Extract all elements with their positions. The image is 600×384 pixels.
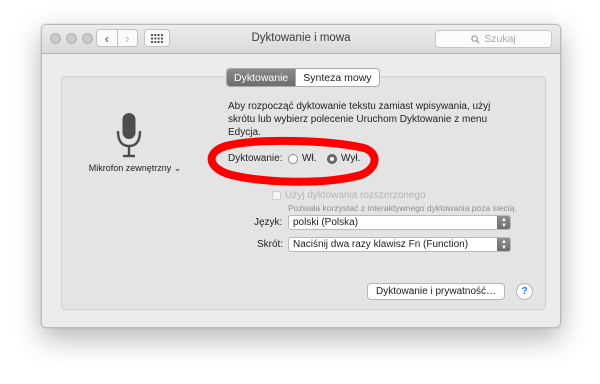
dictation-off-radio[interactable]: Wył. xyxy=(327,153,360,164)
microphone-icon xyxy=(116,113,142,158)
radio-selected-icon xyxy=(327,153,337,164)
help-button[interactable]: ? xyxy=(516,283,533,300)
dictation-label: Dyktowanie: xyxy=(228,153,283,164)
dictation-off-label: Wył. xyxy=(341,153,361,164)
language-label: Język: xyxy=(254,217,283,228)
tab-speech-synthesis[interactable]: Synteza mowy xyxy=(295,69,378,86)
language-value: polski (Polska) xyxy=(293,217,359,228)
radio-off-state-icon xyxy=(288,153,298,164)
shortcut-label: Skrót: xyxy=(257,239,284,250)
dictation-description: Aby rozpocząć dyktowanie tekstu zamiast … xyxy=(228,101,491,138)
shortcut-value: Naciśnij dwa razy klawisz Fn (Function) xyxy=(293,239,469,250)
title-bar: ‹ › Dyktowanie i mowa Szukaj xyxy=(42,25,560,54)
language-select[interactable]: polski (Polska) ▲ ▼ xyxy=(288,215,511,230)
preferences-window: ‹ › Dyktowanie i mowa Szukaj Dyktowanie … xyxy=(41,24,561,328)
dictation-privacy-button[interactable]: Dyktowanie i prywatność… xyxy=(367,283,506,300)
updown-arrows-icon: ▲ ▼ xyxy=(497,238,510,251)
checkbox-icon xyxy=(272,191,281,200)
search-placeholder: Szukaj xyxy=(484,33,516,45)
dictation-on-label: Wł. xyxy=(302,153,317,164)
updown-arrows-icon: ▲ ▼ xyxy=(497,216,510,229)
tab-dictation[interactable]: Dyktowanie xyxy=(227,69,296,86)
shortcut-select[interactable]: Naciśnij dwa razy klawisz Fn (Function) … xyxy=(288,237,511,252)
search-icon xyxy=(471,34,480,44)
tab-bar: Dyktowanie Synteza mowy xyxy=(226,68,380,87)
dictation-on-radio[interactable]: Wł. xyxy=(288,153,316,164)
enhanced-dictation-checkbox[interactable]: Użyj dyktowania rozszerzonego xyxy=(272,190,426,201)
search-input[interactable]: Szukaj xyxy=(435,30,552,48)
microphone-source-menu[interactable]: Mikrofon zewnętrzny ⌄ xyxy=(80,163,190,174)
enhanced-dictation-label: Użyj dyktowania rozszerzonego xyxy=(285,190,426,201)
